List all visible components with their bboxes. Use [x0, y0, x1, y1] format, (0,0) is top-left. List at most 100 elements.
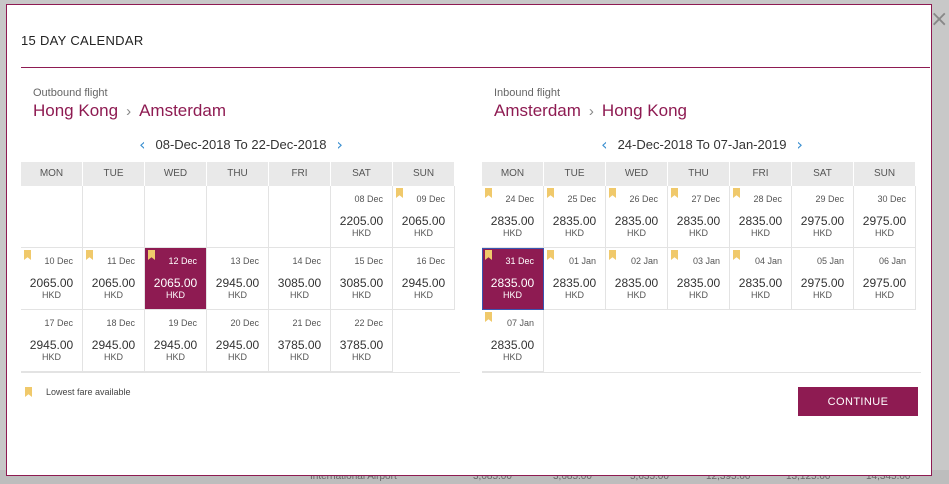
day-date: 09 Dec — [416, 194, 445, 204]
day-date: 05 Jan — [816, 256, 844, 266]
weekday-header: THU — [207, 162, 269, 186]
day-cell[interactable]: 26 Dec 2835.00 HKD — [606, 186, 668, 248]
outbound-route: Hong Kong › Amsterdam — [33, 101, 461, 121]
day-date: 30 Dec — [877, 194, 906, 204]
day-currency: HKD — [750, 228, 770, 238]
day-price: 3085.00 — [339, 276, 384, 290]
empty-day-cell — [207, 186, 269, 248]
day-currency: HKD — [502, 228, 522, 238]
day-cell[interactable]: 08 Dec 2205.00 HKD — [331, 186, 393, 248]
weekday-header: TUE — [83, 162, 145, 186]
day-cell[interactable]: 31 Dec 2835.00 HKD — [482, 248, 544, 310]
inbound-origin: Amsterdam — [494, 101, 581, 120]
weekday-header: MON — [21, 162, 83, 186]
chevron-right-icon[interactable]: › — [337, 135, 343, 154]
day-cell[interactable]: 22 Dec 3785.00 HKD — [331, 310, 393, 372]
day-cell[interactable]: 05 Jan 2975.00 HKD — [792, 248, 854, 310]
day-cell[interactable]: 21 Dec 3785.00 HKD — [269, 310, 331, 372]
grid-divider — [482, 372, 921, 373]
bookmark-flag-icon — [25, 387, 32, 397]
day-cell[interactable]: 29 Dec 2975.00 HKD — [792, 186, 854, 248]
day-cell[interactable]: 12 Dec 2065.00 HKD — [145, 248, 207, 310]
day-cell[interactable]: 14 Dec 3085.00 HKD — [269, 248, 331, 310]
day-cell[interactable]: 16 Dec 2945.00 HKD — [393, 248, 455, 310]
day-price: 2835.00 — [738, 214, 783, 228]
day-currency: HKD — [626, 228, 646, 238]
close-icon[interactable]: × — [930, 9, 948, 31]
day-cell[interactable]: 11 Dec 2065.00 HKD — [83, 248, 145, 310]
day-price: 2835.00 — [614, 276, 659, 290]
day-price: 2205.00 — [339, 214, 384, 228]
empty-day-cell — [21, 186, 83, 248]
chevron-right-icon[interactable]: › — [796, 135, 802, 154]
bookmark-flag-icon — [609, 250, 616, 260]
day-price: 2975.00 — [862, 214, 907, 228]
day-cell[interactable]: 27 Dec 2835.00 HKD — [668, 186, 730, 248]
day-cell[interactable]: 15 Dec 3085.00 HKD — [331, 248, 393, 310]
day-currency: HKD — [165, 352, 185, 362]
day-currency: HKD — [103, 290, 123, 300]
day-currency: HKD — [812, 228, 832, 238]
day-cell[interactable]: 28 Dec 2835.00 HKD — [730, 186, 792, 248]
chevron-right-icon: › — [126, 102, 132, 120]
day-cell[interactable]: 10 Dec 2065.00 HKD — [21, 248, 83, 310]
weekday-header: MON — [482, 162, 544, 186]
inbound-destination: Hong Kong — [601, 101, 687, 120]
day-currency: HKD — [564, 290, 584, 300]
day-currency: HKD — [351, 290, 371, 300]
day-cell[interactable]: 25 Dec 2835.00 HKD — [544, 186, 606, 248]
day-cell[interactable]: 07 Jan 2835.00 HKD — [482, 310, 544, 372]
day-cell[interactable]: 19 Dec 2945.00 HKD — [145, 310, 207, 372]
empty-day-cell — [145, 186, 207, 248]
day-date: 29 Dec — [815, 194, 844, 204]
weekday-header: SAT — [331, 162, 393, 186]
day-price: 2975.00 — [862, 276, 907, 290]
day-date: 25 Dec — [567, 194, 596, 204]
day-cell[interactable]: 01 Jan 2835.00 HKD — [544, 248, 606, 310]
day-date: 18 Dec — [106, 318, 135, 328]
continue-button[interactable]: CONTINUE — [798, 387, 918, 416]
day-currency: HKD — [41, 290, 61, 300]
day-price: 2835.00 — [614, 214, 659, 228]
weekday-header: SAT — [792, 162, 854, 186]
day-date: 20 Dec — [230, 318, 259, 328]
day-currency: HKD — [812, 290, 832, 300]
day-cell[interactable]: 09 Dec 2065.00 HKD — [393, 186, 455, 248]
day-date: 12 Dec — [168, 256, 197, 266]
day-cell[interactable]: 30 Dec 2975.00 HKD — [854, 186, 916, 248]
day-currency: HKD — [413, 228, 433, 238]
day-price: 2945.00 — [401, 276, 446, 290]
day-cell[interactable]: 17 Dec 2945.00 HKD — [21, 310, 83, 372]
day-currency: HKD — [564, 228, 584, 238]
day-currency: HKD — [227, 290, 247, 300]
chevron-left-icon[interactable]: ‹ — [139, 135, 145, 154]
weekday-header: TUE — [544, 162, 606, 186]
outbound-panel: Outbound flight Hong Kong › Amsterdam ‹ … — [21, 87, 461, 373]
empty-day-cell — [83, 186, 145, 248]
weekday-header: WED — [145, 162, 207, 186]
day-cell[interactable]: 02 Jan 2835.00 HKD — [606, 248, 668, 310]
day-date: 15 Dec — [354, 256, 383, 266]
day-cell[interactable]: 18 Dec 2945.00 HKD — [83, 310, 145, 372]
day-cell[interactable]: 20 Dec 2945.00 HKD — [207, 310, 269, 372]
day-currency: HKD — [750, 290, 770, 300]
day-cell[interactable]: 06 Jan 2975.00 HKD — [854, 248, 916, 310]
chevron-left-icon[interactable]: ‹ — [601, 135, 607, 154]
modal-title: 15 DAY CALENDAR — [21, 33, 144, 48]
day-cell[interactable]: 03 Jan 2835.00 HKD — [668, 248, 730, 310]
day-date: 31 Dec — [505, 256, 534, 266]
outbound-origin: Hong Kong — [33, 101, 119, 120]
legend-text: Lowest fare available — [46, 387, 131, 397]
bookmark-flag-icon — [671, 250, 678, 260]
bookmark-flag-icon — [547, 188, 554, 198]
title-divider — [21, 67, 930, 68]
day-price: 3785.00 — [277, 338, 322, 352]
day-date: 27 Dec — [691, 194, 720, 204]
day-date: 14 Dec — [292, 256, 321, 266]
day-price: 2065.00 — [91, 276, 136, 290]
day-cell[interactable]: 04 Jan 2835.00 HKD — [730, 248, 792, 310]
bookmark-flag-icon — [733, 250, 740, 260]
day-cell[interactable]: 13 Dec 2945.00 HKD — [207, 248, 269, 310]
day-cell[interactable]: 24 Dec 2835.00 HKD — [482, 186, 544, 248]
day-date: 21 Dec — [292, 318, 321, 328]
